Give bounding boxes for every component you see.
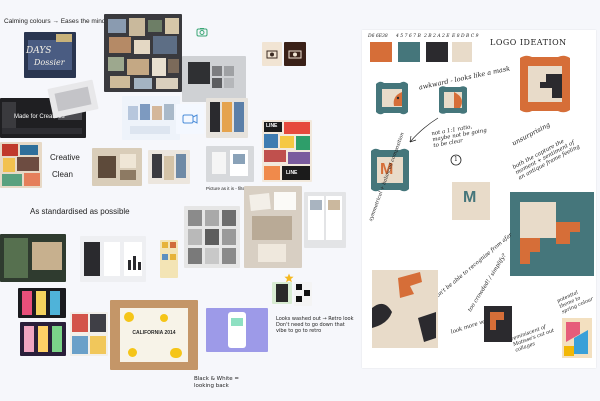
logo-sketch-mask-2[interactable] bbox=[436, 84, 470, 116]
star-icon[interactable] bbox=[284, 270, 294, 283]
logo-ideation-sheet[interactable]: D6 6E38 4 5 7 6 7 B 2 B 2 A 2 E E 8 D B … bbox=[362, 30, 596, 368]
image-phone-screens[interactable] bbox=[206, 98, 248, 138]
logo-m-letter-small: M bbox=[463, 189, 477, 206]
image-phones-colour[interactable] bbox=[20, 322, 66, 356]
annotation-unsurprising: unsurprising bbox=[510, 120, 552, 148]
annotation-potential: potential theme to spring colour bbox=[556, 289, 595, 316]
image-table-photos[interactable] bbox=[244, 186, 302, 268]
note-black-white: Black & White = looking back bbox=[194, 376, 239, 390]
logo-card-light[interactable] bbox=[262, 42, 282, 66]
logo-sketch-orange-frame[interactable] bbox=[516, 52, 574, 116]
image-desk-photo[interactable] bbox=[92, 148, 142, 186]
image-photo-grid[interactable] bbox=[182, 56, 246, 102]
circle-number: 1 bbox=[454, 156, 458, 163]
image-photo-wall[interactable] bbox=[104, 14, 182, 92]
image-purple-phone[interactable] bbox=[206, 308, 268, 352]
swatch-label-charcoal: 2 B 2 A 2 E bbox=[424, 34, 450, 39]
image-phone-mock[interactable] bbox=[47, 79, 99, 119]
image-ui-screens[interactable] bbox=[122, 96, 180, 140]
image-california-poster[interactable]: CALIFORNIA 2014 bbox=[110, 300, 198, 370]
note-calming-colours: Calming colours → Eases the mind bbox=[4, 18, 106, 25]
image-green-phone[interactable] bbox=[272, 282, 292, 304]
swatch-label-teal: 4 5 7 6 7 B bbox=[396, 34, 421, 39]
logo-sketch-dark-tile[interactable] bbox=[484, 306, 512, 342]
moodboard-canvas[interactable]: Calming colours → Eases the mind DAYS Do… bbox=[0, 0, 600, 401]
collage-title: DAYS bbox=[26, 46, 52, 56]
note-washed-out: Looks washed out → Retro look Don't need… bbox=[276, 316, 354, 334]
line-badge-1: LINE bbox=[266, 123, 278, 129]
swatch-charcoal bbox=[426, 42, 448, 62]
image-photo-contact-sheet[interactable] bbox=[184, 206, 240, 268]
swatch-label-cream: E 8 D B C 9 bbox=[452, 34, 479, 39]
image-days-collage[interactable]: DAYS Dossier bbox=[24, 32, 76, 78]
arrow-icon bbox=[409, 117, 439, 143]
image-green-portrait[interactable] bbox=[0, 234, 66, 282]
logo-card-dark[interactable] bbox=[284, 42, 306, 66]
note-standardised: As standardised as possible bbox=[30, 207, 130, 216]
image-app-screens[interactable] bbox=[304, 192, 346, 248]
swatch-teal bbox=[398, 42, 420, 62]
note-bw-line-2: looking back bbox=[194, 383, 229, 389]
logo-sketch-small-m[interactable]: M bbox=[452, 182, 490, 220]
note-washed-line-3: vibe to go to retro bbox=[276, 328, 322, 334]
poster-title: CALIFORNIA 2014 bbox=[132, 330, 176, 336]
sheet-heading: LOGO IDEATION bbox=[490, 38, 567, 47]
image-bw-pattern[interactable] bbox=[294, 282, 312, 306]
note-bw-line-1: Black & White = bbox=[194, 376, 240, 382]
image-mixed-tiles[interactable] bbox=[70, 312, 108, 356]
swatch-orange bbox=[370, 42, 392, 62]
image-yellow-tiles[interactable] bbox=[160, 240, 178, 278]
note-clean: Clean bbox=[52, 170, 73, 179]
swatch-cream bbox=[452, 42, 472, 62]
logo-sketch-hands-bottom[interactable] bbox=[370, 268, 440, 350]
logo-sketch-colour-tile[interactable] bbox=[562, 318, 592, 358]
logo-sketch-teal-hands[interactable] bbox=[510, 192, 594, 276]
image-colour-collage-left[interactable] bbox=[0, 142, 42, 188]
image-line-sticker-collage[interactable]: LINE LINE bbox=[262, 120, 312, 182]
image-analytics-ui[interactable] bbox=[80, 236, 146, 282]
collage-subtitle: Dossier bbox=[34, 58, 65, 67]
note-creative: Creative bbox=[50, 153, 80, 162]
swatch-label-orange: D6 6E38 bbox=[368, 34, 388, 39]
annotation-recognise: won't be able to recognise from afar bbox=[431, 232, 514, 302]
camera-icon bbox=[196, 24, 208, 37]
image-phones-dark[interactable] bbox=[18, 288, 66, 318]
annotation-reminiscent: reminiscent of Matisse's cut out collage… bbox=[510, 324, 556, 354]
image-filter-screens[interactable] bbox=[206, 146, 254, 182]
image-phone-trio[interactable] bbox=[148, 150, 190, 184]
line-badge-2: LINE bbox=[286, 170, 298, 176]
image-video-icon-card[interactable] bbox=[176, 104, 204, 134]
logo-sketch-mask[interactable] bbox=[372, 78, 412, 118]
